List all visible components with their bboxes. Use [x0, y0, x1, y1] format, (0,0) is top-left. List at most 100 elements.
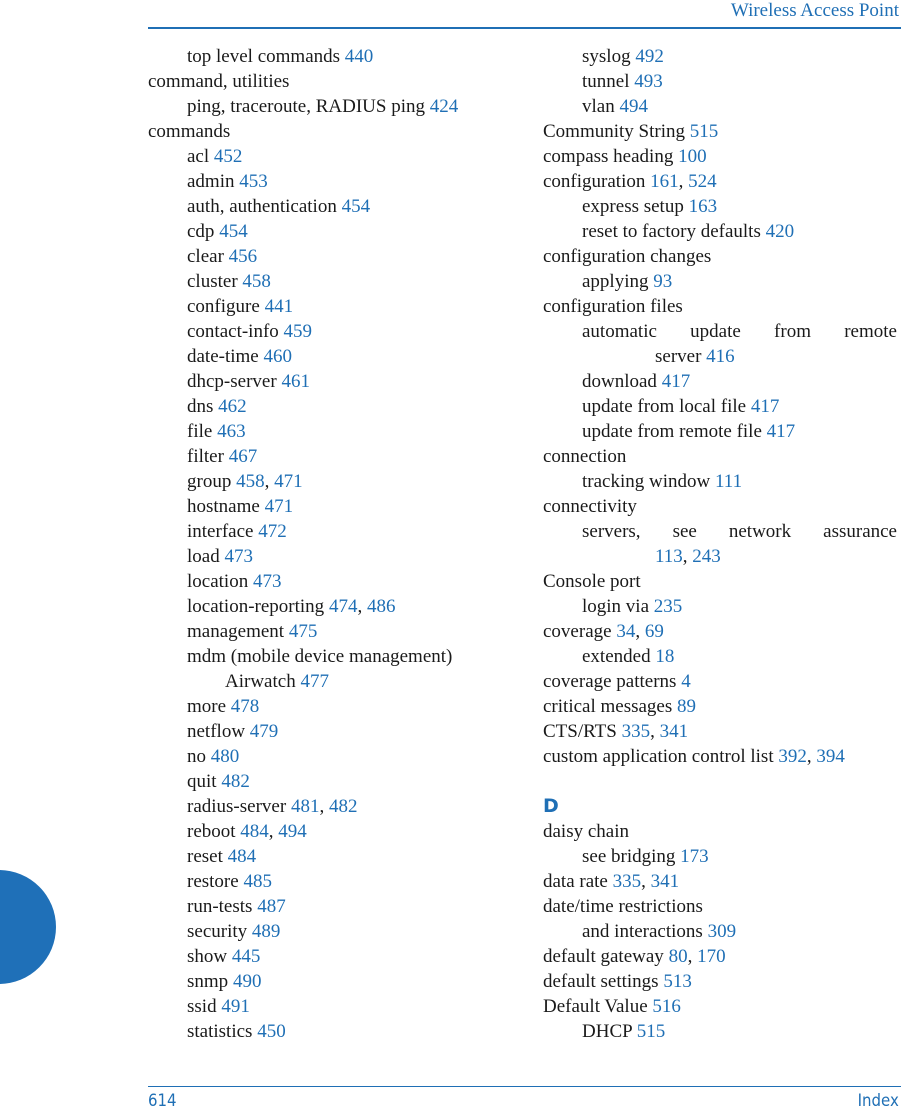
page-reference-link[interactable]: 4 — [681, 671, 691, 692]
page-reference-link[interactable]: 473 — [253, 571, 282, 592]
page-reference-link[interactable]: 461 — [281, 371, 310, 392]
page-reference-link[interactable]: 492 — [635, 46, 664, 67]
index-term: security — [187, 921, 248, 942]
page-reference-link[interactable]: 480 — [211, 746, 240, 767]
page-reference-link[interactable]: 471 — [265, 496, 294, 517]
page-reference-link[interactable]: 463 — [217, 421, 246, 442]
page-reference-link[interactable]: 458 — [242, 271, 271, 292]
page-reference-link[interactable]: 458 — [236, 471, 265, 492]
page-reference-link[interactable]: 484 — [240, 821, 269, 842]
page-reference-link[interactable]: 89 — [677, 696, 696, 717]
page-reference-link[interactable]: 34 — [616, 621, 635, 642]
index-sub-entry: filter 467 — [148, 444, 518, 469]
page-reference-link[interactable]: 335 — [613, 871, 642, 892]
index-term: show — [187, 946, 228, 967]
index-term: vlan — [582, 96, 615, 117]
page-reference-link[interactable]: 416 — [706, 346, 735, 367]
page-reference-link[interactable]: 487 — [257, 896, 286, 917]
page-reference-link[interactable]: 417 — [662, 371, 691, 392]
page-reference-link[interactable]: 478 — [231, 696, 260, 717]
page-reference-link[interactable]: 93 — [653, 271, 672, 292]
page-reference-link[interactable]: 490 — [233, 971, 262, 992]
page-reference-link[interactable]: 309 — [708, 921, 737, 942]
page-reference-link[interactable]: 482 — [221, 771, 250, 792]
page-reference-link[interactable]: 341 — [660, 721, 689, 742]
page-reference-link[interactable]: 482 — [329, 796, 358, 817]
page-reference-link[interactable]: 392 — [778, 746, 807, 767]
page-reference-link[interactable]: 417 — [767, 421, 796, 442]
page-reference-link[interactable]: 341 — [651, 871, 680, 892]
page-reference-link[interactable]: 445 — [232, 946, 261, 967]
page-reference-link[interactable]: 18 — [655, 646, 674, 667]
page-reference-link[interactable]: 235 — [654, 596, 683, 617]
page-reference-link[interactable]: 471 — [274, 471, 303, 492]
page-reference-link[interactable]: 452 — [214, 146, 243, 167]
page-reference-link[interactable]: 493 — [634, 71, 663, 92]
index-term: auth, authentication — [187, 196, 337, 217]
index-sub-entry: dhcp-server 461 — [148, 369, 518, 394]
page-reference-link[interactable]: 454 — [342, 196, 371, 217]
page-reference-link[interactable]: 516 — [652, 996, 681, 1017]
page-reference-link[interactable]: 489 — [252, 921, 281, 942]
page-reference-link[interactable]: 161 — [650, 171, 679, 192]
page-reference-link[interactable]: 440 — [345, 46, 374, 67]
index-main-entry: critical messages 89 — [543, 694, 899, 719]
index-term: CTS/RTS — [543, 721, 617, 742]
page-reference-link[interactable]: 494 — [619, 96, 648, 117]
index-sub-entry: more 478 — [148, 694, 518, 719]
page-reference-link[interactable]: 473 — [224, 546, 253, 567]
page-reference-link[interactable]: 173 — [680, 846, 709, 867]
index-term: hostname — [187, 496, 260, 517]
index-term: snmp — [187, 971, 229, 992]
page-reference-link[interactable]: 335 — [622, 721, 651, 742]
page-reference-link[interactable]: 69 — [645, 621, 664, 642]
page-reference-link[interactable]: 475 — [289, 621, 318, 642]
page-reference-link[interactable]: 486 — [367, 596, 396, 617]
page-separator: , — [806, 746, 817, 767]
page-reference-link[interactable]: 481 — [291, 796, 320, 817]
page-reference-link[interactable]: 417 — [751, 396, 780, 417]
page-reference-link[interactable]: 515 — [690, 121, 719, 142]
page-reference-link[interactable]: 524 — [688, 171, 717, 192]
index-main-entry: command, utilities — [148, 69, 518, 94]
page-reference-link[interactable]: 474 — [329, 596, 358, 617]
page-reference-link[interactable]: 453 — [239, 171, 268, 192]
page-reference-link[interactable]: 485 — [243, 871, 272, 892]
index-sub-entry: reboot 484, 494 — [148, 819, 518, 844]
page-reference-link[interactable]: 515 — [637, 1021, 666, 1042]
index-term: acl — [187, 146, 210, 167]
page-reference-link[interactable]: 113 — [655, 546, 683, 567]
page-reference-link[interactable]: 491 — [221, 996, 250, 1017]
page-reference-link[interactable]: 170 — [697, 946, 726, 967]
index-sub-entry: login via 235 — [543, 594, 899, 619]
page-reference-link[interactable]: 467 — [229, 446, 258, 467]
page-reference-link[interactable]: 424 — [430, 96, 459, 117]
page-reference-link[interactable]: 243 — [692, 546, 721, 567]
index-column-right: syslog 492 tunnel 493 vlan 494 Community St… — [543, 44, 899, 1044]
page-reference-link[interactable]: 460 — [264, 346, 293, 367]
page-reference-link[interactable]: 441 — [265, 296, 294, 317]
page-reference-link[interactable]: 111 — [715, 471, 742, 492]
page-reference-link[interactable]: 494 — [278, 821, 307, 842]
page-reference-link[interactable]: 477 — [300, 671, 329, 692]
footer-rule — [148, 1086, 901, 1087]
page-reference-link[interactable]: 163 — [689, 196, 718, 217]
page-reference-link[interactable]: 454 — [219, 221, 248, 242]
page-reference-link[interactable]: 459 — [284, 321, 313, 342]
index-sub-entry: show 445 — [148, 944, 518, 969]
page-reference-link[interactable]: 462 — [218, 396, 247, 417]
index-sub-entry: see bridging 173 — [543, 844, 899, 869]
page-reference-link[interactable]: 420 — [766, 221, 795, 242]
page-reference-link[interactable]: 394 — [816, 746, 845, 767]
page-reference-link[interactable]: 479 — [250, 721, 279, 742]
page-reference-link[interactable]: 450 — [257, 1021, 286, 1042]
index-term: quit — [187, 771, 217, 792]
page-reference-link[interactable]: 80 — [669, 946, 688, 967]
index-sub-entry: reset 484 — [148, 844, 518, 869]
page-separator: , — [650, 721, 660, 742]
page-reference-link[interactable]: 472 — [258, 521, 287, 542]
page-reference-link[interactable]: 100 — [678, 146, 707, 167]
page-reference-link[interactable]: 484 — [228, 846, 257, 867]
page-reference-link[interactable]: 513 — [663, 971, 692, 992]
page-reference-link[interactable]: 456 — [229, 246, 258, 267]
